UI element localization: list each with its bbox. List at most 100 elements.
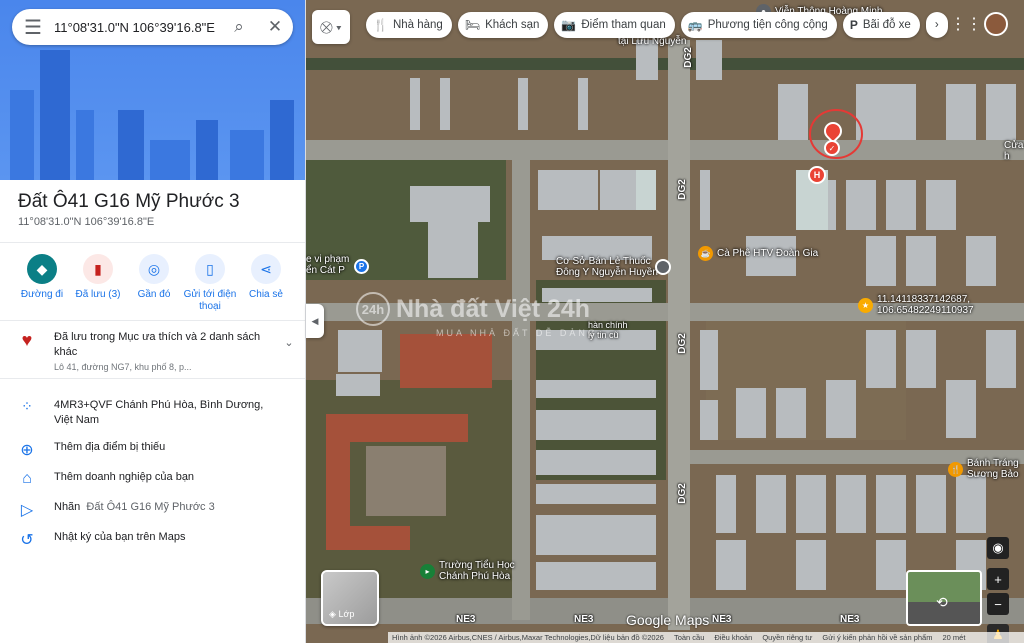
poi-coordinate[interactable]: ★ 11.14118337142687, 106.65482249110937 [858,294,974,316]
add-missing-place-text: Thêm địa điểm bị thiếu [54,441,166,453]
poi-label: Sương Bảo [967,469,1019,480]
road-label-ne3: NE3 [574,614,594,625]
menu-icon[interactable]: ☰ [12,9,54,45]
chevron-down-icon[interactable]: ⌄ [274,330,304,349]
hero-building [76,110,94,180]
plus-code-row[interactable]: ⁘ 4MR3+QVF Chánh Phú Hòa, Bình Dương, Vi… [0,398,305,428]
place-panel: ☰ 11°08'31.0"N 106°39'16.8"E ⌕ ✕ Đất Ô41… [0,0,306,643]
zoom-out-button[interactable]: − [987,593,1009,615]
category-chips: 🍴 Nhà hàng 🛏 Khách sạn 📷 Điểm tham quan 🚌 Ph… [366,12,948,38]
label-row[interactable]: ▷ Nhãn Đất Ô41 G16 Mỹ Phước 3 [0,500,305,520]
poi-label: Cơ Sở Bán Lẻ Thuốc [556,256,651,267]
chip-restaurants[interactable]: 🍴 Nhà hàng [366,12,452,38]
poi-school[interactable]: ▸ Trường Tiểu Học Chánh Phú Hòa [420,560,515,582]
plus-code-icon: ⁘ [21,398,33,414]
divider [0,320,305,321]
chip-label: Nhà hàng [392,19,443,31]
poi-cafe[interactable]: ☕ Cà Phê HTV Đoàn Gia [698,246,818,261]
chip-attractions[interactable]: 📷 Điểm tham quan [554,12,675,38]
saved-place-marker-icon[interactable]: ✓ [824,140,840,156]
map-footer: Hình ảnh ©2026 Airbus,CNES / Airbus,Maxa… [388,632,1024,643]
label-key: Nhãn [54,501,81,513]
layers-button[interactable]: ◈ Lớp [321,570,379,626]
poi-bakery[interactable]: 🍴 Bánh Tráng Sương Bảo [948,458,1019,480]
chip-label: Phương tiện công cộng [707,19,828,31]
scale-bar[interactable]: 20 mét [942,633,965,642]
cafe-icon: ☕ [698,246,713,261]
layers-text: Lớp [338,609,355,619]
plus-code-text: 4MR3+QVF Chánh Phú Hòa, Bình Dương, Việt… [54,399,264,426]
footer-terms-link[interactable]: Điều khoản [714,633,752,642]
road-label-ne3: NE3 [840,614,860,625]
road-label-ne3: NE3 [712,614,732,625]
footer-privacy-link[interactable]: Quyền riêng tư [762,633,812,642]
poi-right-fragment: Cửa h [1004,140,1024,162]
saved-lists-text: Đã lưu trong Mục ưa thích và 2 danh sách… [54,331,261,358]
collapse-panel-button[interactable]: ◀ [306,304,324,338]
chips-next-button[interactable]: › [925,12,948,38]
directions-icon: ◆ [27,254,57,284]
hero-building [196,120,218,180]
timeline-text: Nhật ký của bạn trên Maps [54,531,186,543]
poi-label: Trường Tiểu Học [439,560,515,571]
food-icon: 🍴 [948,461,963,477]
saved-button[interactable]: ▮ Đã lưu (3) [70,254,126,313]
place-coords: 11°08'31.0"N 106°39'16.8"E [18,216,155,228]
poi-label: Cà Phê HTV Đoàn Gia [717,248,819,259]
nearby-button[interactable]: ◎ Gần đó [126,254,182,313]
parking-icon[interactable]: P [354,259,369,274]
directions-button[interactable]: ◆ Đường đi [14,254,70,313]
road-label-dg2: DG2 [682,47,694,68]
imagery-credit: Hình ảnh ©2026 Airbus,CNES / Airbus,Maxa… [392,633,664,642]
label-value: Đất Ô41 G16 Mỹ Phước 3 [86,501,215,513]
poi-left-fragment[interactable]: e vi phạm ển Cát P [306,254,349,276]
share-icon: ⋖ [251,254,281,284]
avatar[interactable] [984,12,1008,36]
share-button[interactable]: ⋖ Chia sẻ [238,254,294,313]
close-icon[interactable]: ✕ [257,9,293,45]
school-icon: ▸ [420,563,435,579]
saved-lists-row[interactable]: ♥ Đã lưu trong Mục ưa thích và 2 danh sá… [0,330,305,375]
hero-building [40,50,70,180]
send-to-phone-button[interactable]: ▯ Gửi tới điện thoại [182,254,238,313]
street-view-thumbnail[interactable]: ⟲ [906,570,982,626]
poi-label: Chánh Phú Hòa [439,571,511,582]
my-location-icon[interactable]: ◉ [987,537,1009,559]
chip-label: Điểm tham quan [581,19,666,31]
hero-building [10,90,34,180]
chip-transit[interactable]: 🚌 Phương tiện công cộng [680,12,837,38]
watermark-text: Nhà đất Việt 24h [396,294,591,323]
saved-lists-sub: Lô 41, đường NG7, khu phố 8, p... [54,362,192,372]
search-icon[interactable]: ⌕ [221,9,257,45]
chevron-right-icon: › [934,19,939,31]
map-style-toggle[interactable]: ⛒ ▾ [312,10,350,44]
zoom-in-button[interactable]: + [987,568,1009,590]
hotel-icon: 🛏 [464,18,481,32]
restaurant-icon: 🍴 [373,18,388,32]
store-icon: ⌂ [22,470,32,487]
search-input[interactable]: 11°08'31.0"N 106°39'16.8"E [54,20,221,35]
chip-parking[interactable]: P Bãi đỗ xe [842,12,920,38]
add-missing-place-row[interactable]: ⊕ Thêm địa điểm bị thiếu [0,440,305,460]
action-bar: ◆ Đường đi ▮ Đã lưu (3) ◎ Gần đó ▯ Gửi t… [14,254,294,313]
history-icon: ↺ [20,532,34,549]
hero-building [118,110,144,180]
add-business-text: Thêm doanh nghiệp của bạn [54,471,195,483]
google-maps-logo: Google Maps [626,612,710,628]
hero-building [270,100,294,180]
hospital-icon[interactable]: H [808,166,826,184]
place-hero-image[interactable]: ☰ 11°08'31.0"N 106°39'16.8"E ⌕ ✕ [0,0,305,180]
poi-pharmacy[interactable]: Cơ Sở Bán Lẻ Thuốc Đông Y Nguyễn Huyền [556,256,658,278]
road-label-dg2: DG2 [676,333,688,354]
add-business-row[interactable]: ⌂ Thêm doanh nghiệp của bạn [0,470,305,488]
footer-global-link[interactable]: Toàn cầu [674,633,704,642]
parking-icon: P [849,18,858,32]
road-label-dg2: DG2 [676,483,688,504]
search-box[interactable]: ☰ 11°08'31.0"N 106°39'16.8"E ⌕ ✕ [12,9,293,45]
chip-hotels[interactable]: 🛏 Khách sạn [457,12,549,38]
timeline-row[interactable]: ↺ Nhật ký của bạn trên Maps [0,530,305,550]
footer-feedback-link[interactable]: Gửi ý kiến phản hồi về sản phẩm [822,633,932,642]
pharmacy-icon[interactable] [655,259,671,275]
transit-icon: 🚌 [687,18,703,32]
layers-label: ◈ Lớp [329,609,354,620]
